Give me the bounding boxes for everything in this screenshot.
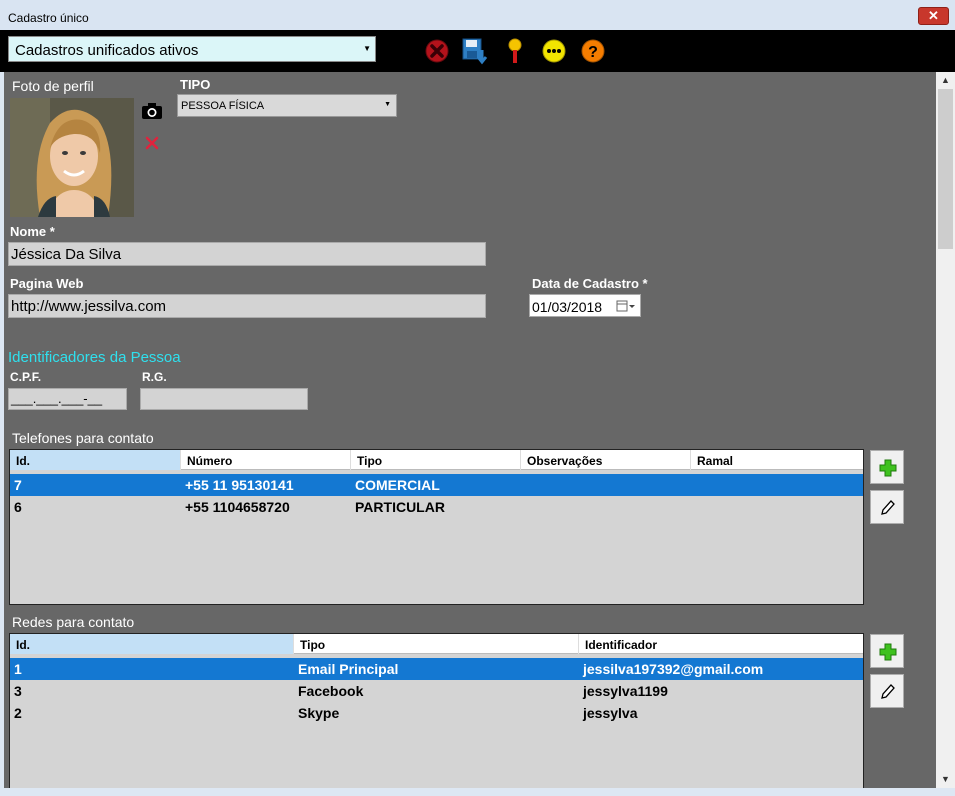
- profile-photo: [10, 98, 134, 217]
- redes-grid[interactable]: Id. Tipo Identificador 1 Email Principal…: [9, 633, 864, 788]
- calendar-icon[interactable]: [616, 299, 636, 318]
- edit-rede-button[interactable]: [870, 674, 904, 708]
- remove-photo-icon[interactable]: [145, 136, 159, 155]
- cell-id: 7: [14, 477, 22, 493]
- save-icon[interactable]: [461, 38, 488, 65]
- column-header-tipo[interactable]: Tipo: [351, 450, 521, 470]
- registry-filter-value: Cadastros unificados ativos: [15, 42, 199, 59]
- cell-tipo: Email Principal: [298, 661, 399, 677]
- cpf-input[interactable]: ___.___.___-__: [8, 388, 127, 410]
- telefones-section-label: Telefones para contato: [12, 430, 154, 446]
- cell-id: 3: [14, 683, 22, 699]
- delete-icon[interactable]: [424, 38, 450, 64]
- nome-label: Nome *: [10, 224, 55, 239]
- data-cadastro-label: Data de Cadastro *: [532, 276, 648, 291]
- table-row[interactable]: 3 Facebook jessylva1199: [10, 680, 863, 702]
- pin-icon[interactable]: [503, 38, 529, 64]
- help-icon[interactable]: ?: [580, 38, 606, 64]
- cell-id: 2: [14, 705, 22, 721]
- redes-grid-header: Id. Tipo Identificador: [10, 634, 863, 654]
- scroll-down-icon[interactable]: ▼: [936, 771, 955, 788]
- rg-input[interactable]: [140, 388, 308, 410]
- data-cadastro-value: 01/03/2018: [532, 299, 603, 315]
- cell-numero: +55 1104658720: [185, 499, 290, 515]
- nome-input[interactable]: Jéssica Da Silva: [8, 242, 486, 266]
- registry-filter-select[interactable]: Cadastros unificados ativos ▼: [8, 36, 376, 62]
- more-icon[interactable]: [541, 38, 567, 64]
- toolbar: Cadastros unificados ativos ▼ ?: [0, 30, 955, 72]
- window-title: Cadastro único: [8, 11, 89, 25]
- cell-tipo: Facebook: [298, 683, 364, 699]
- identificadores-section-label: Identificadores da Pessoa: [8, 349, 181, 366]
- window-bottom-border: [0, 788, 955, 796]
- chevron-down-icon: ▼: [363, 44, 371, 53]
- table-row[interactable]: 6 +55 1104658720 PARTICULAR: [10, 496, 863, 518]
- telefones-grid[interactable]: Id. Número Tipo Observações Ramal 7 +55 …: [9, 449, 864, 605]
- cell-id: 6: [14, 499, 22, 515]
- cell-identificador: jessylva: [583, 705, 638, 721]
- table-row[interactable]: 1 Email Principal jessilva197392@gmail.c…: [10, 658, 863, 680]
- camera-icon[interactable]: [141, 102, 163, 125]
- tipo-label: TIPO: [180, 77, 211, 92]
- column-header-observacoes[interactable]: Observações: [521, 450, 691, 470]
- close-button[interactable]: ✕: [918, 7, 949, 25]
- cpf-label: C.P.F.: [10, 370, 42, 384]
- plus-icon: [879, 643, 897, 661]
- photo-label: Foto de perfil: [12, 78, 94, 94]
- svg-text:?: ?: [588, 44, 598, 61]
- pagina-web-label: Pagina Web: [10, 276, 84, 291]
- scrollbar-thumb[interactable]: [938, 89, 953, 249]
- cell-identificador: jessilva197392@gmail.com: [583, 661, 764, 677]
- cell-numero: +55 11 95130141: [185, 477, 294, 493]
- edit-telefone-button[interactable]: [870, 490, 904, 524]
- data-cadastro-picker[interactable]: 01/03/2018: [529, 294, 641, 317]
- pencil-icon: [881, 500, 895, 515]
- column-header-id[interactable]: Id.: [10, 634, 294, 654]
- column-header-identificador[interactable]: Identificador: [579, 634, 863, 654]
- column-header-id[interactable]: Id.: [10, 450, 181, 470]
- telefones-grid-header: Id. Número Tipo Observações Ramal: [10, 450, 863, 470]
- redes-section-label: Redes para contato: [12, 614, 135, 630]
- scroll-up-icon[interactable]: ▲: [936, 72, 955, 89]
- cell-id: 1: [14, 661, 22, 677]
- cell-tipo: COMERCIAL: [355, 477, 440, 493]
- tipo-select[interactable]: PESSOA FÍSICA ▼: [177, 94, 397, 117]
- cell-tipo: PARTICULAR: [355, 499, 445, 515]
- cell-identificador: jessylva1199: [583, 683, 668, 699]
- form-panel: Foto de perfil TIPO PESSOA FÍSICA ▼ Nome…: [4, 72, 936, 788]
- pencil-icon: [881, 684, 895, 699]
- pagina-web-input[interactable]: http://www.jessilva.com: [8, 294, 486, 318]
- column-header-ramal[interactable]: Ramal: [691, 450, 863, 470]
- add-rede-button[interactable]: [870, 634, 904, 668]
- tipo-value: PESSOA FÍSICA: [181, 100, 265, 112]
- rg-label: R.G.: [142, 370, 167, 384]
- table-row[interactable]: 2 Skype jessylva: [10, 702, 863, 724]
- cell-tipo: Skype: [298, 705, 340, 721]
- column-header-numero[interactable]: Número: [181, 450, 351, 470]
- vertical-scrollbar[interactable]: ▲ ▼: [936, 72, 955, 788]
- table-row[interactable]: 7 +55 11 95130141 COMERCIAL: [10, 474, 863, 496]
- add-telefone-button[interactable]: [870, 450, 904, 484]
- title-bar: Cadastro único ✕: [0, 0, 955, 30]
- column-header-tipo[interactable]: Tipo: [294, 634, 579, 654]
- plus-icon: [879, 459, 897, 477]
- chevron-down-icon: ▼: [384, 101, 391, 108]
